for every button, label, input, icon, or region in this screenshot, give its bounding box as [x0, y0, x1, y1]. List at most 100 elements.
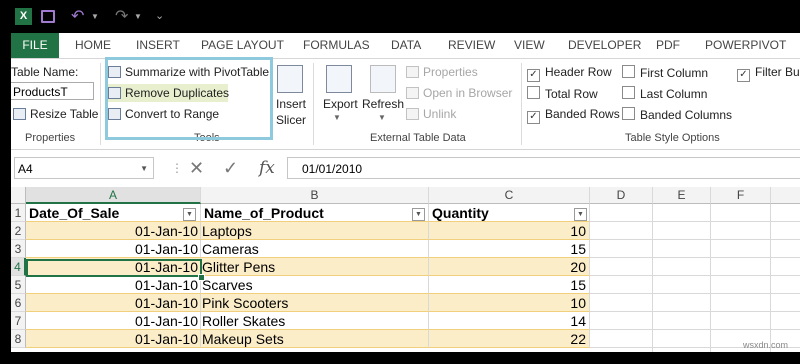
enter-check-icon[interactable]: ✓: [223, 157, 238, 179]
filter-dropdown-quantity-icon[interactable]: ▼: [574, 208, 587, 221]
export-icon: [326, 65, 352, 93]
table-cell[interactable]: 14: [429, 312, 590, 330]
export-button[interactable]: Export: [323, 97, 358, 111]
total-row-checkbox[interactable]: Total Row: [527, 86, 598, 101]
column-header-f[interactable]: F: [711, 187, 771, 204]
refresh-button[interactable]: Refresh: [362, 97, 404, 111]
group-label-external: External Table Data: [370, 132, 466, 144]
header-cell-date[interactable]: Date_Of_Sale: [26, 204, 201, 222]
filter-dropdown-product-icon[interactable]: ▼: [412, 208, 425, 221]
excel-app-icon: X: [15, 8, 32, 25]
table-cell[interactable]: Glitter Pens: [201, 258, 429, 276]
tab-view[interactable]: VIEW: [514, 33, 545, 58]
insert-function-icon[interactable]: fx: [259, 157, 275, 179]
table-name-label: Table Name:: [11, 65, 79, 79]
save-icon[interactable]: [41, 8, 55, 25]
table-cell[interactable]: Cameras: [201, 240, 429, 258]
filter-button-checkbox[interactable]: ✓ Filter Bu: [737, 65, 800, 82]
header-cell-product[interactable]: Name_of_Product: [201, 204, 429, 222]
formula-input[interactable]: 01/01/2010: [287, 157, 800, 179]
column-header-g[interactable]: [771, 187, 800, 204]
export-dropdown-icon[interactable]: ▼: [333, 113, 341, 122]
table-name-input[interactable]: ProductsT: [11, 82, 94, 100]
table-cell[interactable]: 22: [429, 330, 590, 348]
tab-developer[interactable]: DEVELOPER: [568, 33, 641, 58]
table-cell[interactable]: 01-Jan-10: [26, 222, 201, 240]
tab-review[interactable]: REVIEW: [448, 33, 495, 58]
row-header-4[interactable]: 4: [11, 258, 26, 276]
redo-icon[interactable]: ↷: [115, 8, 131, 25]
refresh-dropdown-icon[interactable]: ▼: [378, 113, 386, 122]
ribbon-tabs: FILE HOME INSERT PAGE LAYOUT FORMULAS DA…: [11, 33, 800, 59]
row-header-6[interactable]: 6: [11, 294, 26, 312]
row-header-5[interactable]: 5: [11, 276, 26, 294]
tab-file[interactable]: FILE: [11, 33, 59, 58]
unlink-button: Unlink: [406, 107, 456, 121]
row-header-3[interactable]: 3: [11, 240, 26, 258]
tab-insert[interactable]: INSERT: [136, 33, 180, 58]
column-header-c[interactable]: C: [429, 187, 590, 204]
empty-cells[interactable]: [590, 204, 800, 352]
table-cell[interactable]: 10: [429, 222, 590, 240]
undo-icon[interactable]: ↶: [71, 8, 87, 25]
table-cell[interactable]: 15: [429, 276, 590, 294]
table-cell[interactable]: 20: [429, 258, 590, 276]
customize-qat-icon[interactable]: ⌄: [155, 8, 164, 25]
row-header-7[interactable]: 7: [11, 312, 26, 330]
select-all-corner[interactable]: [11, 187, 26, 204]
table-cell[interactable]: 10: [429, 294, 590, 312]
column-header-e[interactable]: E: [653, 187, 711, 204]
tab-pdf[interactable]: PDF: [656, 33, 680, 58]
banded-columns-checkbox[interactable]: Banded Columns: [622, 107, 732, 122]
tab-formulas[interactable]: FORMULAS: [303, 33, 370, 58]
table-cell[interactable]: Scarves: [201, 276, 429, 294]
header-cell-quantity[interactable]: Quantity: [429, 204, 590, 222]
properties-button: Properties: [406, 65, 478, 79]
redo-dropdown-icon[interactable]: ▼: [134, 8, 142, 25]
filter-dropdown-date-icon[interactable]: ▼: [183, 208, 196, 221]
table-cell[interactable]: Roller Skates: [201, 312, 429, 330]
name-box[interactable]: A4 ▼: [14, 157, 154, 179]
name-box-dropdown-icon[interactable]: ▼: [140, 158, 148, 180]
cancel-icon[interactable]: ✕: [189, 157, 204, 179]
first-column-checkbox[interactable]: First Column: [622, 65, 708, 80]
column-header-b[interactable]: B: [201, 187, 429, 204]
tab-data[interactable]: DATA: [391, 33, 421, 58]
table-cell[interactable]: 01-Jan-10: [26, 312, 201, 330]
properties-icon: [406, 66, 419, 78]
banded-rows-checkbox[interactable]: ✓ Banded Rows: [527, 107, 620, 124]
column-header-d[interactable]: D: [590, 187, 653, 204]
row-header-2[interactable]: 2: [11, 222, 26, 240]
insert-slicer-line2[interactable]: Slicer: [276, 113, 306, 127]
tab-powerpivot[interactable]: POWERPIVOT: [705, 33, 786, 58]
table-cell[interactable]: Pink Scooters: [201, 294, 429, 312]
last-column-checkbox[interactable]: Last Column: [622, 86, 707, 101]
worksheet-grid: A B C D E F 1 2 3 4 5 6 7 8 Date_Of_Sale…: [11, 187, 800, 352]
row-header-1[interactable]: 1: [11, 204, 26, 222]
tab-page-layout[interactable]: PAGE LAYOUT: [201, 33, 284, 58]
insert-slicer-icon: [277, 65, 303, 93]
row-header-8[interactable]: 8: [11, 330, 26, 348]
table-cell[interactable]: 01-Jan-10: [26, 240, 201, 258]
table-cell[interactable]: 15: [429, 240, 590, 258]
group-label-properties: Properties: [25, 132, 76, 144]
fill-handle[interactable]: [198, 274, 205, 281]
refresh-icon: [370, 65, 396, 93]
insert-slicer-line1[interactable]: Insert: [276, 97, 306, 111]
table-cell[interactable]: Makeup Sets: [201, 330, 429, 348]
resize-table-button[interactable]: Resize Table: [13, 107, 98, 121]
unlink-icon: [406, 108, 419, 120]
tab-home[interactable]: HOME: [75, 33, 111, 58]
table-cell[interactable]: 01-Jan-10: [26, 276, 201, 294]
column-header-a[interactable]: A: [26, 187, 201, 204]
table-cell[interactable]: 01-Jan-10: [26, 330, 201, 348]
quick-access-toolbar: X ↶ ▼ ↷ ▼ ⌄: [11, 0, 800, 33]
tools-group-highlight: [105, 57, 273, 140]
table-cell[interactable]: 01-Jan-10: [26, 294, 201, 312]
undo-dropdown-icon[interactable]: ▼: [91, 8, 99, 25]
open-in-browser-button: Open in Browser: [406, 86, 512, 100]
header-row-checkbox[interactable]: ✓ Header Row: [527, 65, 612, 82]
browser-icon: [406, 87, 419, 99]
watermark: wsxdn.com: [742, 340, 788, 350]
table-cell[interactable]: Laptops: [201, 222, 429, 240]
